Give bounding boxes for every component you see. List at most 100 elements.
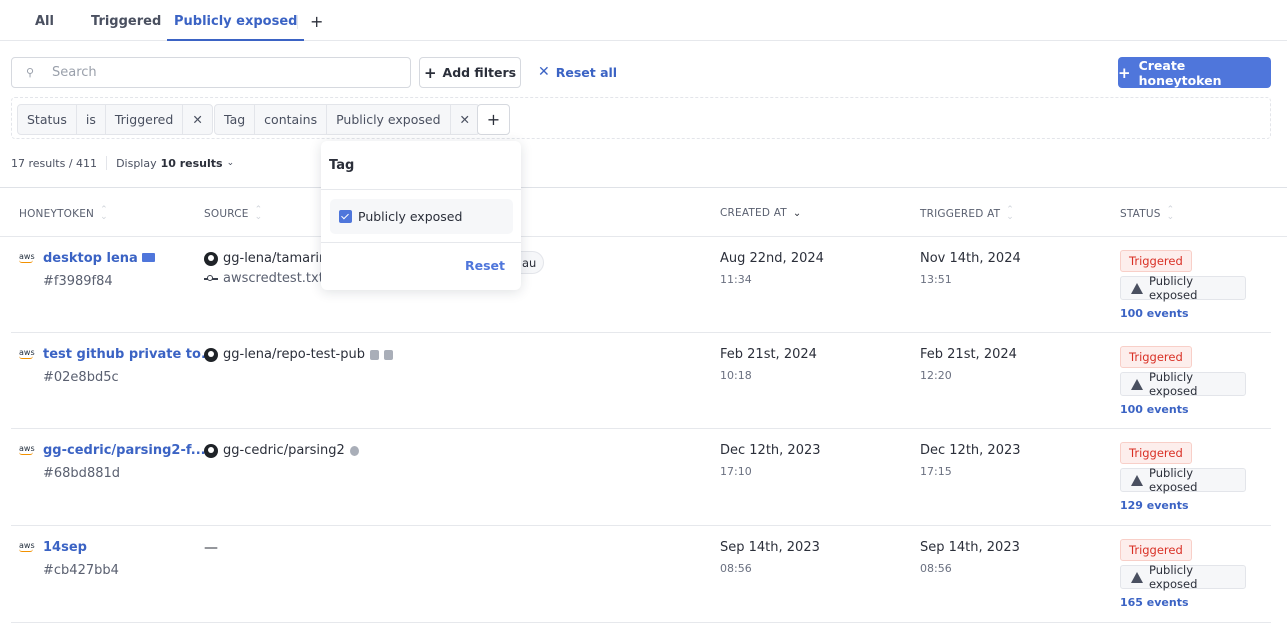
honeytoken-name-link[interactable]: 14sep <box>43 540 87 555</box>
source[interactable]: gg-lena/tamarin <box>204 251 327 266</box>
view-tabs: All Triggered Publicly exposed + <box>0 0 1287 41</box>
column-triggered-at[interactable]: TRIGGERED AT ⌃ ⌄ <box>920 206 1014 222</box>
triggered-time: 08:56 <box>920 562 952 575</box>
add-filters-button[interactable]: + Add filters <box>419 57 521 88</box>
tab-publicly-exposed[interactable]: Publicly exposed <box>167 14 305 41</box>
created-date: Sep 14th, 2023 <box>720 540 820 555</box>
triggered-date: Nov 14th, 2024 <box>920 251 1021 266</box>
results-summary: 17 results / 411 Display 10 results ⌄ <box>11 156 234 170</box>
results-count: 17 results <box>11 156 66 170</box>
table-row[interactable]: aws gg-cedric/parsing2-f... #68bd881d gg… <box>11 429 1271 526</box>
popover-title: Tag <box>329 158 355 173</box>
sort-desc-icon: ⌄ <box>792 207 802 219</box>
remove-filter-icon[interactable]: ✕ <box>183 105 211 134</box>
divider <box>321 189 521 190</box>
events-link[interactable]: 165 events <box>1120 596 1189 609</box>
tag-filter-popover: Tag Publicly exposed Reset <box>321 141 521 290</box>
add-filter-chip-button[interactable]: + <box>477 104 510 135</box>
source[interactable]: gg-cedric/parsing2 <box>204 443 359 458</box>
created-time: 17:10 <box>720 465 752 478</box>
column-label: CREATED AT <box>720 207 787 219</box>
column-label: STATUS <box>1120 208 1161 220</box>
events-link[interactable]: 100 events <box>1120 403 1189 416</box>
github-icon <box>204 347 218 362</box>
github-icon <box>204 251 218 266</box>
table-row[interactable]: aws 14sep #cb427bb4 — Sep 14th, 2023 08:… <box>11 526 1271 623</box>
events-link[interactable]: 129 events <box>1120 499 1189 512</box>
aws-icon: aws <box>19 252 35 263</box>
tab-all[interactable]: All <box>35 14 54 41</box>
created-date: Dec 12th, 2023 <box>720 443 821 458</box>
created-time: 08:56 <box>720 562 752 575</box>
checkbox-checked-icon[interactable] <box>339 210 352 223</box>
column-label: TRIGGERED AT <box>920 208 1001 220</box>
add-tab-button[interactable]: + <box>310 12 323 31</box>
honeytoken-id: #02e8bd5c <box>43 370 119 385</box>
aws-icon: aws <box>19 444 35 455</box>
search-field[interactable]: ⚲ <box>11 57 411 88</box>
column-source[interactable]: SOURCE ⌃ ⌄ <box>204 205 263 222</box>
plus-icon: + <box>423 63 437 82</box>
status-badge: Triggered <box>1120 250 1192 272</box>
reset-all-label: Reset all <box>555 64 618 80</box>
add-filters-label: Add filters <box>442 65 517 80</box>
status-badge: Triggered <box>1120 346 1192 368</box>
reset-all-button[interactable]: ✕ Reset all <box>538 64 617 80</box>
honeytoken-name-link[interactable]: desktop lena <box>43 251 155 266</box>
commit-icon <box>204 274 218 281</box>
tag-badge: Publicly exposed <box>1120 563 1246 591</box>
filter-chip-tag[interactable]: Tag contains Publicly exposed ✕ <box>214 104 481 135</box>
active-filters-bar: Status is Triggered ✕ Tag contains Publi… <box>11 97 1271 139</box>
plus-icon: + <box>1118 63 1131 82</box>
honeytoken-id: #68bd881d <box>43 466 121 481</box>
close-icon: ✕ <box>538 64 550 80</box>
tag-option-publicly-exposed[interactable]: Publicly exposed <box>330 199 513 234</box>
github-icon <box>204 443 218 458</box>
tab-triggered[interactable]: Triggered <box>91 14 161 41</box>
triggered-date: Sep 14th, 2023 <box>920 540 1020 555</box>
popover-reset-button[interactable]: Reset <box>465 258 505 273</box>
source[interactable]: gg-lena/repo-test-pub <box>204 347 393 362</box>
events-link[interactable]: 100 events <box>1120 307 1189 320</box>
table-row[interactable]: aws desktop lena #f3989f84 gg-lena/tamar… <box>11 237 1271 333</box>
create-honeytoken-button[interactable]: + Create honeytoken <box>1118 57 1271 88</box>
triggered-time: 12:20 <box>920 369 952 382</box>
search-icon: ⚲ <box>26 66 35 79</box>
sort-icon: ⌃ ⌄ <box>254 205 263 222</box>
created-time: 10:18 <box>720 369 752 382</box>
honeytoken-name-link[interactable]: test github private to... <box>43 347 216 362</box>
display-count-dropdown[interactable]: Display 10 results ⌄ <box>116 157 234 170</box>
table-header: HONEYTOKEN ⌃ ⌄ SOURCE ⌃ ⌄ CREATED AT ⌄ TRI… <box>0 187 1287 237</box>
warning-icon <box>1131 474 1143 486</box>
sort-icon: ⌃ ⌄ <box>100 205 108 222</box>
table-row[interactable]: aws test github private to... #02e8bd5c … <box>11 333 1271 429</box>
column-honeytoken[interactable]: HONEYTOKEN ⌃ ⌄ <box>19 205 108 222</box>
column-created-at[interactable]: CREATED AT ⌄ <box>720 207 801 219</box>
column-status[interactable]: STATUS ⌃ ⌄ <box>1120 205 1175 222</box>
triggered-time: 17:15 <box>920 465 952 478</box>
source-file: awscredtest.txt <box>204 271 324 286</box>
display-value: 10 results <box>160 156 223 170</box>
search-input[interactable] <box>52 65 392 80</box>
book-icon <box>141 253 155 262</box>
warning-icon <box>1131 571 1143 583</box>
lock-icon <box>369 349 379 360</box>
filter-chip-status[interactable]: Status is Triggered ✕ <box>17 104 213 135</box>
chevron-down-icon: ⌄ <box>226 158 235 168</box>
display-prefix: Display <box>116 156 157 170</box>
option-label: Publicly exposed <box>358 209 463 224</box>
aws-icon: aws <box>19 541 35 552</box>
filter-field: Tag <box>215 105 256 134</box>
source-empty: — <box>204 540 218 556</box>
remove-filter-icon[interactable]: ✕ <box>451 105 479 134</box>
column-label: SOURCE <box>204 208 249 220</box>
divider <box>106 156 108 170</box>
tab-divider <box>297 15 298 29</box>
tag-badge: Publicly exposed <box>1120 274 1246 302</box>
visibility-off-icon <box>349 445 359 456</box>
honeytoken-name-link[interactable]: gg-cedric/parsing2-f... <box>43 443 206 458</box>
sort-icon: ⌃ ⌄ <box>1166 205 1175 222</box>
filter-value[interactable]: Publicly exposed <box>327 105 451 134</box>
filter-value[interactable]: Triggered <box>106 105 184 134</box>
filter-operator: contains <box>255 105 328 134</box>
